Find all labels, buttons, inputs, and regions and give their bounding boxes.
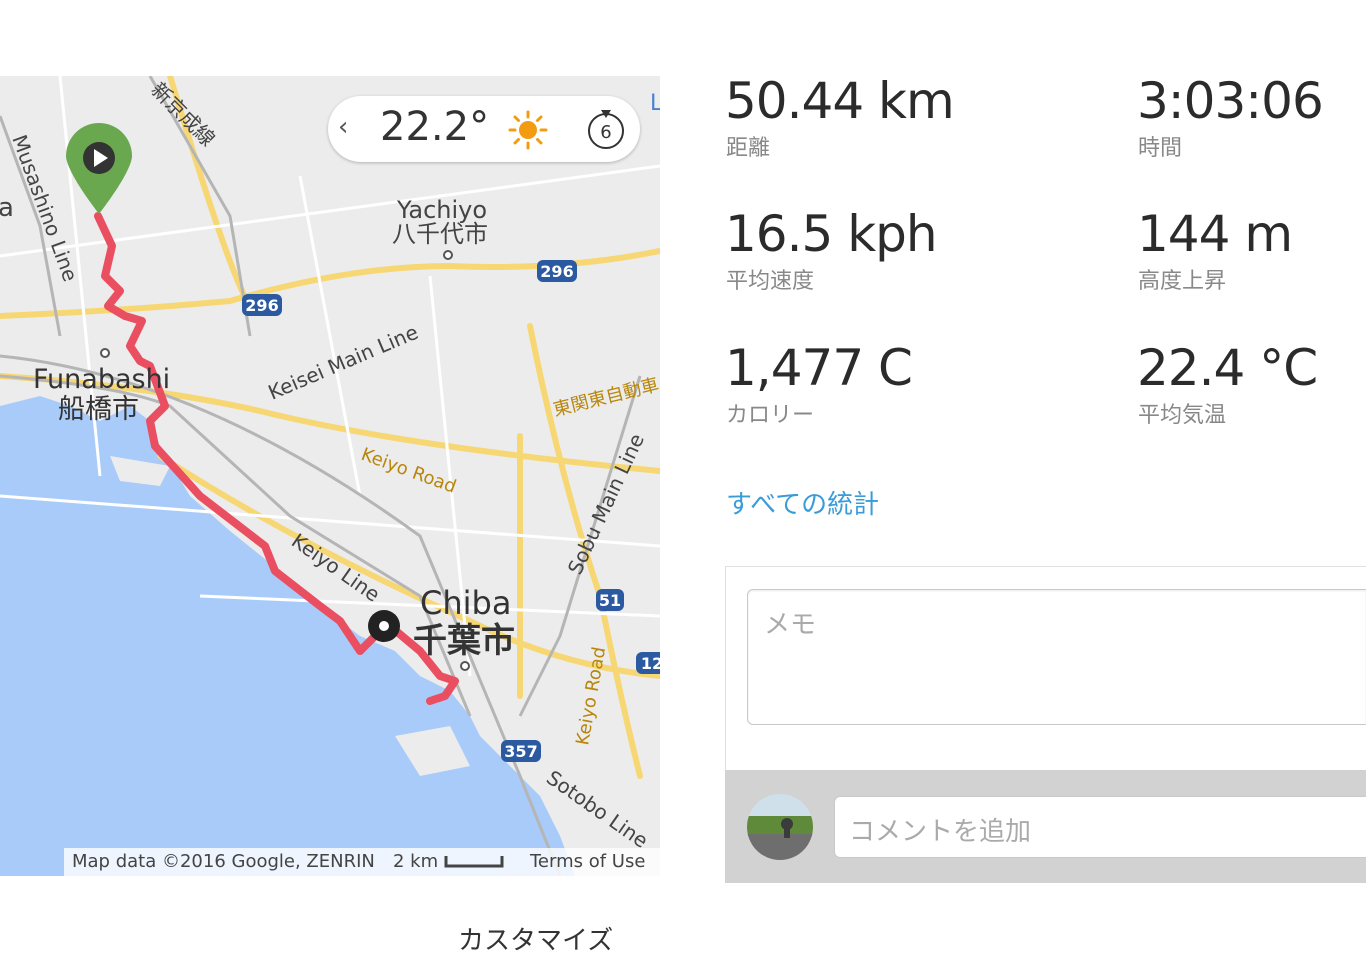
scale-bar — [444, 856, 504, 868]
label-funabashi-en: Funabashi — [33, 364, 170, 395]
label-sobu-main-line: Sobu Main Line — [563, 430, 649, 578]
route-label-296-a: 296 — [245, 296, 278, 315]
calories-label: カロリー — [726, 403, 815, 428]
time-value: 3:03:06 — [1137, 72, 1324, 130]
time-label: 時間 — [1138, 136, 1183, 161]
chevron-left-icon[interactable]: ‹ — [338, 112, 348, 142]
route-label-296-b: 296 — [540, 262, 573, 281]
elevation-gain-label: 高度上昇 — [1138, 269, 1227, 294]
wind-direction-icon: 6 — [588, 110, 624, 149]
distance-value: 50.44 km — [725, 72, 955, 130]
customize-label[interactable]: カスタマイズ — [458, 920, 613, 957]
distance-label: 距離 — [726, 136, 771, 161]
avg-speed-value: 16.5 kph — [725, 205, 938, 263]
avg-temp-label: 平均気温 — [1138, 403, 1227, 428]
label-higashikanto: 東関東自動車 — [551, 374, 660, 421]
map-data-credit: Map data ©2016 Google, ZENRIN — [72, 851, 375, 872]
calories-value: 1,477 C — [725, 339, 913, 397]
route-label-12: 12 — [641, 654, 660, 673]
sun-icon — [508, 110, 548, 150]
map-scale-label: 2 km — [393, 851, 439, 872]
label-partial-a: a — [0, 193, 14, 223]
label-keisei-main-line: Keisei Main Line — [265, 320, 422, 405]
avg-temp-value: 22.4 °C — [1137, 339, 1318, 397]
label-yachiyo-jp: 八千代市 — [392, 220, 488, 248]
wind-speed: 6 — [600, 122, 611, 143]
avg-speed-label: 平均速度 — [726, 269, 815, 294]
all-stats-link[interactable]: すべての統計 — [726, 484, 879, 521]
weather-temperature: 22.2° — [380, 104, 490, 150]
label-chiba-jp: 千葉市 — [413, 621, 515, 661]
weather-widget[interactable]: ‹ 22.2° 6 — [328, 96, 640, 162]
route-label-51: 51 — [599, 591, 621, 610]
map-canvas: 新京成線 Musashino Line a Yachiyo 八千代市 296 2… — [0, 76, 660, 876]
terms-of-use-link[interactable]: Terms of Use — [530, 851, 645, 872]
comment-input[interactable]: コメントを追加 — [834, 796, 1366, 858]
start-marker[interactable] — [66, 123, 132, 214]
label-shinkeisei-line: 新京成線 — [146, 78, 220, 152]
label-funabashi-jp: 船橋市 — [58, 394, 139, 425]
label-chiba-en: Chiba — [420, 584, 511, 622]
map-attribution: Map data ©2016 Google, ZENRIN 2 km Terms… — [64, 848, 660, 876]
label-keiyo-road: Keiyo Road — [358, 444, 459, 498]
avatar — [747, 794, 813, 860]
end-marker[interactable] — [368, 610, 400, 642]
route-label-357: 357 — [504, 742, 537, 761]
elevation-gain-value: 144 m — [1137, 205, 1293, 263]
memo-field[interactable]: メモ — [747, 589, 1366, 725]
route-map[interactable]: 新京成線 Musashino Line a Yachiyo 八千代市 296 2… — [0, 76, 660, 876]
label-partial-l: L — [650, 91, 660, 116]
